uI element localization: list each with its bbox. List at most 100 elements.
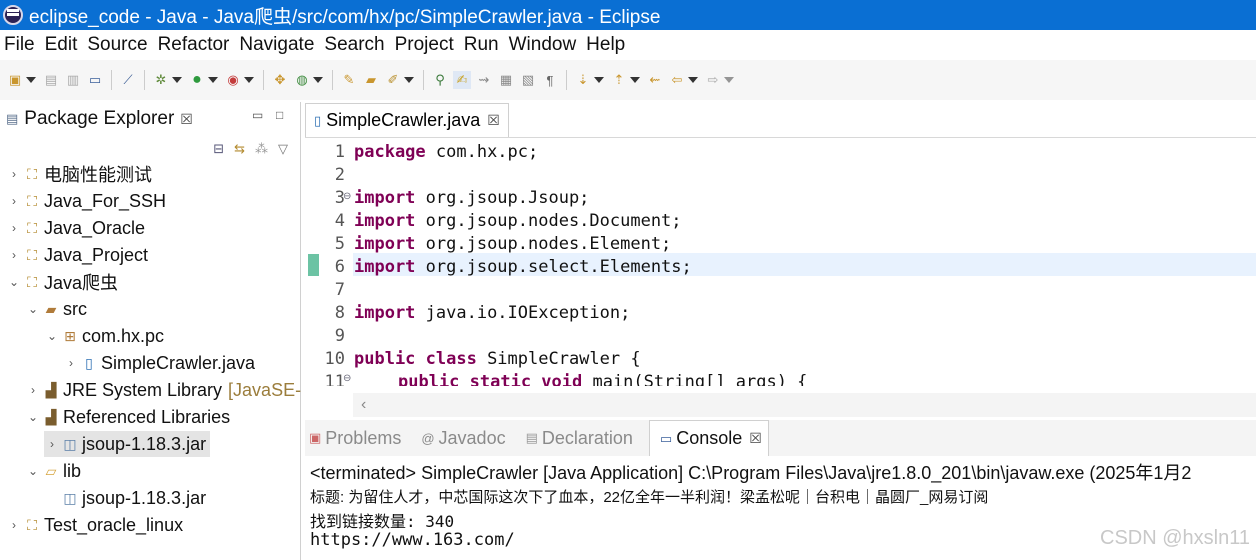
tab-console[interactable]: ▭ Console ☒ bbox=[648, 420, 769, 456]
expand-arrow-icon[interactable]: › bbox=[6, 518, 22, 532]
block-selection-icon[interactable]: ▧ bbox=[519, 71, 537, 89]
tree-item[interactable]: › ⛶ 电脑性能测试 bbox=[6, 161, 152, 187]
new-class-dropdown-icon[interactable] bbox=[313, 71, 323, 89]
tree-item[interactable]: › ▯ SimpleCrawler.java bbox=[63, 350, 255, 376]
new-dropdown-icon[interactable] bbox=[26, 71, 36, 89]
tree-item-selected[interactable]: › ◫ jsoup-1.18.3.jar bbox=[44, 431, 211, 457]
previous-annotation-dropdown-icon[interactable] bbox=[630, 71, 640, 89]
close-icon[interactable]: ☒ bbox=[487, 112, 500, 129]
previous-annotation-icon[interactable]: ⇡ bbox=[610, 71, 628, 89]
console-output-line: 标题: 为留住人才，中芯国际这次下了血本，22亿全年一半利润！梁孟松呢｜台积电｜… bbox=[310, 489, 989, 506]
line-number: 5 bbox=[334, 234, 345, 254]
tree-item[interactable]: ⌄ ▱ lib bbox=[25, 458, 81, 484]
tree-item[interactable]: › ⛶ Java_Project bbox=[6, 242, 148, 268]
collapse-arrow-icon[interactable]: ⌄ bbox=[44, 329, 60, 343]
tree-item[interactable]: ⌄ ⊞ com.hx.pc bbox=[44, 323, 164, 349]
close-icon[interactable]: ☒ bbox=[180, 111, 193, 128]
fold-icon[interactable]: ⊖ bbox=[343, 191, 351, 202]
console-view-icon[interactable]: ▭ bbox=[86, 71, 104, 89]
expand-arrow-icon[interactable]: › bbox=[6, 194, 22, 208]
tree-item[interactable]: › ▟ JRE System Library [JavaSE- bbox=[25, 377, 301, 403]
tree-item[interactable]: ⌄ ⛶ Java爬虫 bbox=[6, 269, 118, 295]
debug-icon[interactable]: ✲ bbox=[152, 71, 170, 89]
last-edit-location-icon[interactable]: ⇜ bbox=[646, 71, 664, 89]
maximize-icon[interactable]: □ bbox=[276, 108, 283, 122]
debug-dropdown-icon[interactable] bbox=[172, 71, 182, 89]
tree-item[interactable]: › ⛶ Java_For_SSH bbox=[6, 188, 166, 214]
open-type-icon[interactable]: ✎ bbox=[340, 71, 358, 89]
toggle-highlight-icon[interactable]: ✍ bbox=[453, 71, 471, 89]
expand-arrow-icon[interactable]: › bbox=[44, 437, 60, 451]
link-with-editor-icon[interactable]: ⇆ bbox=[234, 141, 245, 157]
fold-icon[interactable]: ⊖ bbox=[343, 373, 351, 384]
collapse-arrow-icon[interactable]: ⌄ bbox=[25, 464, 41, 478]
toggle-mark-occurrences-icon[interactable]: ⚲ bbox=[431, 71, 449, 89]
menu-window[interactable]: Window bbox=[509, 34, 577, 56]
run-dropdown-icon[interactable] bbox=[208, 71, 218, 89]
expand-arrow-icon[interactable]: › bbox=[63, 356, 79, 370]
code-area[interactable]: 1 package com.hx.pc; 2 3 ⊖ import org.js… bbox=[305, 138, 1256, 386]
collapse-arrow-icon[interactable]: ⌄ bbox=[6, 275, 22, 289]
console-output-line: 找到链接数量: 340 bbox=[310, 512, 455, 531]
minimize-icon[interactable]: ▭ bbox=[252, 108, 263, 122]
expand-arrow-icon[interactable]: › bbox=[6, 248, 22, 262]
new-java-project-icon[interactable]: ✥ bbox=[271, 71, 289, 89]
coverage-icon[interactable]: ◉ bbox=[224, 71, 242, 89]
search-dropdown-icon[interactable] bbox=[404, 71, 414, 89]
focus-icon[interactable]: ⁂ bbox=[255, 141, 268, 157]
tree-item[interactable]: ◫ jsoup-1.18.3.jar bbox=[44, 485, 206, 511]
menu-project[interactable]: Project bbox=[395, 34, 454, 56]
toggle-breadcrumb-icon[interactable]: ⇝ bbox=[475, 71, 493, 89]
tree-item[interactable]: › ⛶ Test_oracle_linux bbox=[6, 512, 183, 538]
menu-file[interactable]: File bbox=[4, 34, 35, 56]
watermark: CSDN @hxsln11 bbox=[1100, 527, 1250, 549]
search-icon[interactable]: ✐ bbox=[384, 71, 402, 89]
back-dropdown-icon[interactable] bbox=[688, 71, 698, 89]
run-icon[interactable]: ● bbox=[188, 71, 206, 89]
forward-icon[interactable]: ⇨ bbox=[704, 71, 722, 89]
back-icon[interactable]: ⇦ bbox=[668, 71, 686, 89]
expand-arrow-icon[interactable]: › bbox=[6, 167, 22, 181]
view-menu-icon[interactable]: ▽ bbox=[278, 141, 288, 157]
coverage-dropdown-icon[interactable] bbox=[244, 71, 254, 89]
open-task-icon[interactable]: ▰ bbox=[362, 71, 380, 89]
next-annotation-dropdown-icon[interactable] bbox=[594, 71, 604, 89]
console-icon: ▭ bbox=[659, 430, 673, 446]
new-class-icon[interactable]: ◍ bbox=[293, 71, 311, 89]
menu-refactor[interactable]: Refactor bbox=[158, 34, 230, 56]
tab-javadoc[interactable]: @ Javadoc bbox=[417, 428, 505, 449]
collapse-arrow-icon[interactable]: ⌄ bbox=[25, 302, 41, 316]
window-title: eclipse_code - Java - Java爬虫/src/com/hx/… bbox=[29, 6, 661, 28]
menu-source[interactable]: Source bbox=[87, 34, 147, 56]
code-line: package com.hx.pc; bbox=[354, 142, 539, 162]
scroll-left-icon[interactable]: ‹ bbox=[361, 396, 366, 413]
collapse-all-icon[interactable]: ⊟ bbox=[213, 141, 224, 157]
tab-declaration[interactable]: ▤ Declaration bbox=[522, 428, 633, 449]
menu-search[interactable]: Search bbox=[324, 34, 384, 56]
package-explorer-panel: ▤ Package Explorer ☒ ▭ □ ⊟ ⇆ ⁂ ▽ › ⛶ 电脑性能测… bbox=[0, 102, 301, 560]
tree-item[interactable]: › ⛶ Java_Oracle bbox=[6, 215, 145, 241]
show-whitespace-icon[interactable]: ▦ bbox=[497, 71, 515, 89]
save-all-icon[interactable]: ▥ bbox=[64, 71, 82, 89]
forward-dropdown-icon[interactable] bbox=[724, 71, 734, 89]
skip-breakpoints-icon[interactable]: ⟋ bbox=[119, 71, 137, 89]
expand-arrow-icon[interactable]: › bbox=[6, 221, 22, 235]
collapse-arrow-icon[interactable]: ⌄ bbox=[25, 410, 41, 424]
tree-item[interactable]: ⌄ ▟ Referenced Libraries bbox=[25, 404, 230, 430]
next-annotation-icon[interactable]: ⇣ bbox=[574, 71, 592, 89]
new-icon[interactable]: ▣ bbox=[6, 71, 24, 89]
save-icon[interactable]: ▤ bbox=[42, 71, 60, 89]
tab-problems[interactable]: ▣ Problems bbox=[305, 428, 401, 449]
jar-icon: ◫ bbox=[63, 489, 77, 506]
tree-item[interactable]: ⌄ ▰ src bbox=[25, 296, 87, 322]
menu-edit[interactable]: Edit bbox=[45, 34, 78, 56]
menu-help[interactable]: Help bbox=[586, 34, 625, 56]
menu-navigate[interactable]: Navigate bbox=[239, 34, 314, 56]
menu-run[interactable]: Run bbox=[464, 34, 499, 56]
paragraph-icon[interactable]: ¶ bbox=[541, 71, 559, 89]
editor-tab-simplecrawler[interactable]: ▯ SimpleCrawler.java ☒ bbox=[305, 103, 509, 137]
close-icon[interactable]: ☒ bbox=[749, 430, 762, 447]
eclipse-logo-icon bbox=[3, 5, 23, 25]
horizontal-scrollbar[interactable]: ‹ bbox=[353, 393, 1256, 417]
expand-arrow-icon[interactable]: › bbox=[25, 383, 41, 397]
